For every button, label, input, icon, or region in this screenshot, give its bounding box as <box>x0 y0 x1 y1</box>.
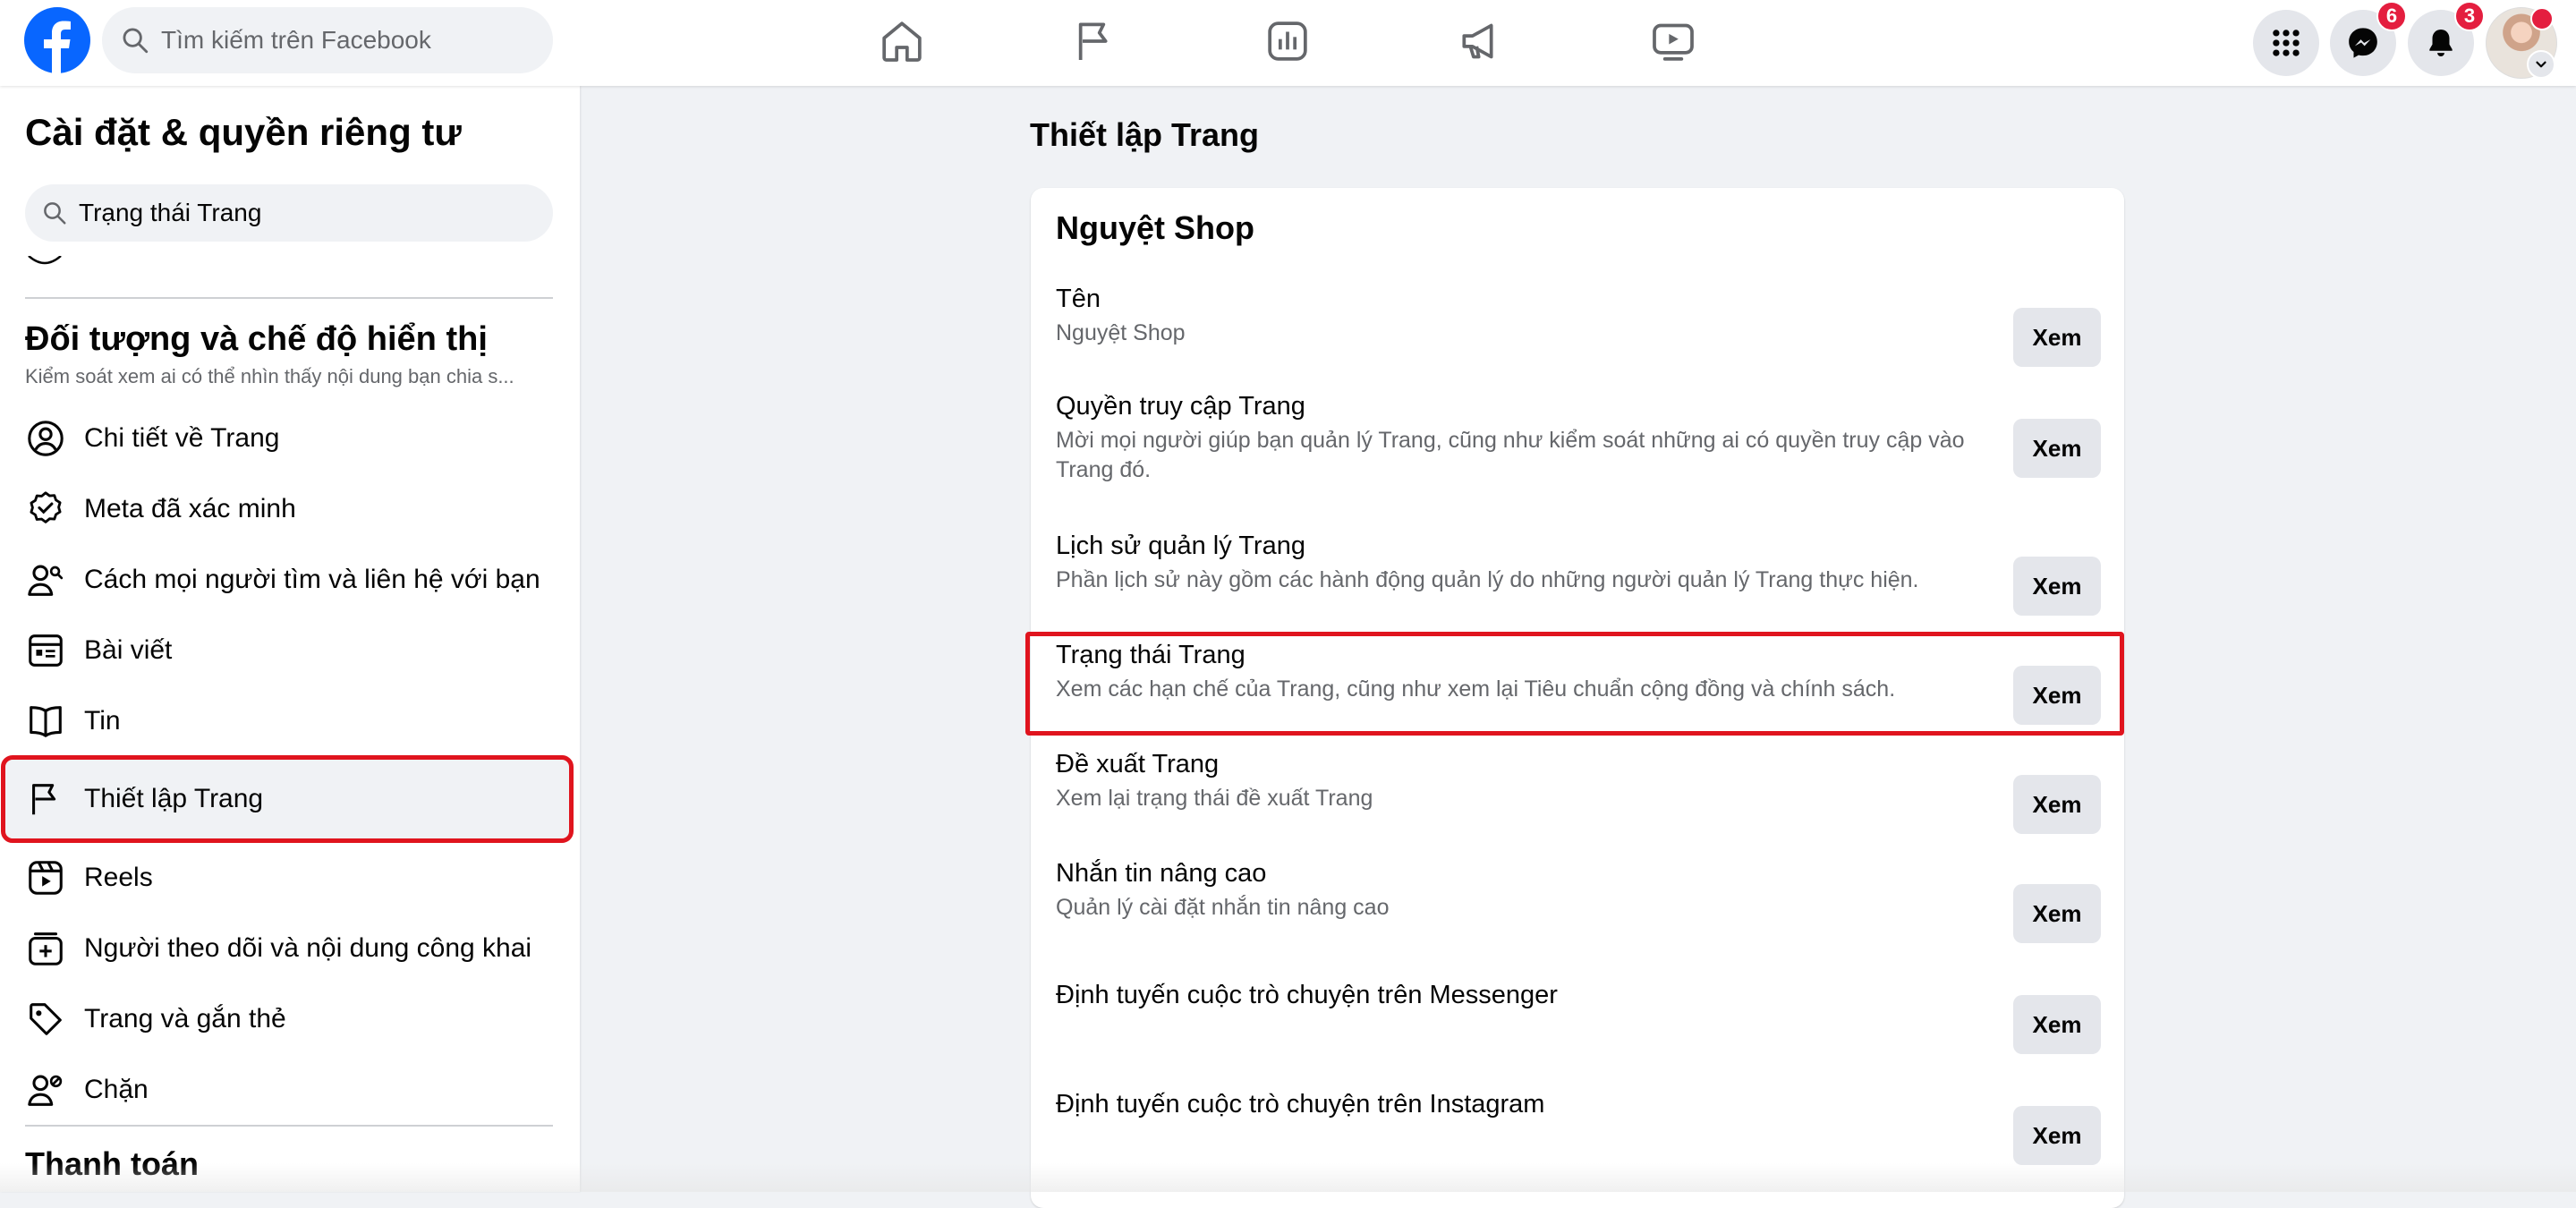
row-description: Quản lý cài đặt nhắn tin nâng cao <box>1056 895 1390 920</box>
view-management-history-button[interactable]: Xem <box>2013 557 2101 616</box>
sidebar-item-label: Reels <box>84 863 153 892</box>
account-menu-button[interactable] <box>2527 50 2555 79</box>
page-name-heading: Nguyệt Shop <box>1056 209 1254 246</box>
sidebar-item-meta-verified[interactable]: Meta đã xác minh <box>5 477 569 541</box>
add-box-icon <box>29 932 63 966</box>
sidebar-item-reels[interactable]: Reels <box>5 846 569 910</box>
sidebar-item-label: Meta đã xác minh <box>84 494 296 523</box>
search-icon <box>123 28 149 54</box>
bell-icon <box>2429 29 2453 57</box>
row-description: Phần lịch sử này gồm các hành động quản … <box>1056 567 1919 592</box>
view-page-recommendations-button[interactable]: Xem <box>2013 775 2101 834</box>
row-title: Tên <box>1056 285 1101 313</box>
flag-icon[interactable] <box>1070 16 1120 66</box>
sidebar-item-tagging[interactable]: Trang và gắn thẻ <box>5 987 569 1051</box>
notifications-badge: 3 <box>2454 1 2485 31</box>
row-title: Định tuyến cuộc trò chuyện trên Instagra… <box>1056 1090 1545 1119</box>
person-circle-icon <box>28 421 64 456</box>
row-description: Xem lại trạng thái đề xuất Trang <box>1056 786 1373 811</box>
sidebar-item-label: Chặn <box>84 1075 149 1104</box>
facebook-logo-icon[interactable] <box>24 7 90 73</box>
row-title: Đề xuất Trang <box>1056 750 1220 778</box>
sidebar-divider <box>25 297 553 299</box>
avatar-status-dot <box>2530 7 2554 30</box>
row-title: Lịch sử quản lý Trang <box>1056 532 1305 560</box>
sidebar-item-page-setup[interactable]: Thiết lập Trang <box>1 755 574 843</box>
view-advanced-messaging-button[interactable]: Xem <box>2013 884 2101 943</box>
view-page-access-button[interactable]: Xem <box>2013 419 2101 478</box>
tag-icon <box>30 1003 62 1035</box>
megaphone-icon[interactable] <box>1456 16 1506 66</box>
sidebar-item-stories[interactable]: Tin <box>5 689 569 753</box>
view-instagram-routing-button[interactable]: Xem <box>2013 1106 2101 1165</box>
chevron-down-icon <box>2536 61 2546 68</box>
sidebar-item-posts[interactable]: Bài viết <box>5 618 569 683</box>
search-icon <box>44 202 66 225</box>
sidebar-item-label: Thiết lập Trang <box>84 784 264 813</box>
flag-icon <box>32 784 56 815</box>
page-status-highlight <box>1025 632 2124 736</box>
people-search-icon <box>28 565 64 596</box>
view-messenger-routing-button[interactable]: Xem <box>2013 995 2101 1054</box>
sidebar-item-label: Trang và gắn thẻ <box>84 1004 286 1034</box>
settings-sidebar: Cài đặt & quyền riêng tư Trạng thái Tran… <box>0 86 580 1192</box>
notifications-button[interactable]: 3 <box>2408 1 2485 76</box>
grid-icon <box>2273 30 2300 56</box>
messenger-button[interactable]: 6 <box>2330 1 2407 76</box>
settings-search-value: Trạng thái Trang <box>79 199 262 226</box>
home-icon[interactable] <box>877 16 927 66</box>
messenger-icon <box>2349 28 2377 58</box>
messenger-badge: 6 <box>2376 1 2407 31</box>
search-placeholder: Tìm kiếm trên Facebook <box>161 26 431 54</box>
top-navigation-bar: Tìm kiếm trên Facebook 6 3 <box>0 0 2576 86</box>
row-description: Nguyệt Shop <box>1056 320 1186 345</box>
sidebar-item-find-contact[interactable]: Cách mọi người tìm và liên hệ với bạn <box>5 548 569 612</box>
reels-icon <box>29 861 63 895</box>
post-icon <box>29 634 63 667</box>
menu-grid-button[interactable] <box>2253 10 2319 76</box>
row-title: Quyền truy cập Trang <box>1056 392 1305 421</box>
sidebar-item-blocking[interactable]: Chặn <box>5 1058 569 1122</box>
view-name-button[interactable]: Xem <box>2013 308 2101 367</box>
sidebar-item-page-details[interactable]: Chi tiết về Trang <box>5 406 569 471</box>
row-title: Nhắn tin nâng cao <box>1056 859 1267 888</box>
page-title: Thiết lập Trang <box>1030 116 1260 153</box>
sidebar-item-label: Bài viết <box>84 635 173 665</box>
book-icon <box>30 706 62 737</box>
section-title-payments: Thanh toán <box>25 1145 199 1182</box>
verified-badge-icon <box>30 491 62 523</box>
sidebar-title: Cài đặt & quyền riêng tư <box>25 111 462 153</box>
sidebar-item-label: Người theo dõi và nội dung công khai <box>84 933 532 963</box>
sidebar-item-followers[interactable]: Người theo dõi và nội dung công khai <box>5 916 569 981</box>
clipped-item-icon <box>28 256 62 265</box>
sidebar-item-label: Tin <box>84 706 121 736</box>
facebook-search-input[interactable]: Tìm kiếm trên Facebook <box>102 7 553 73</box>
sidebar-item-label: Cách mọi người tìm và liên hệ với bạn <box>84 565 540 594</box>
sidebar-item-label: Chi tiết về Trang <box>84 423 280 453</box>
row-title: Định tuyến cuộc trò chuyện trên Messenge… <box>1056 981 1558 1009</box>
section-description: Kiểm soát xem ai có thể nhìn thấy nội du… <box>25 365 514 387</box>
row-description: Mời mọi người giúp bạn quản lý Trang, cũ… <box>1056 428 1965 482</box>
settings-search-input[interactable]: Trạng thái Trang <box>25 184 553 242</box>
block-user-icon <box>28 1075 63 1106</box>
video-icon[interactable] <box>1648 16 1698 66</box>
insights-icon[interactable] <box>1262 16 1313 66</box>
sidebar-divider <box>25 1125 553 1127</box>
section-title-audience: Đối tượng và chế độ hiển thị <box>25 320 488 358</box>
